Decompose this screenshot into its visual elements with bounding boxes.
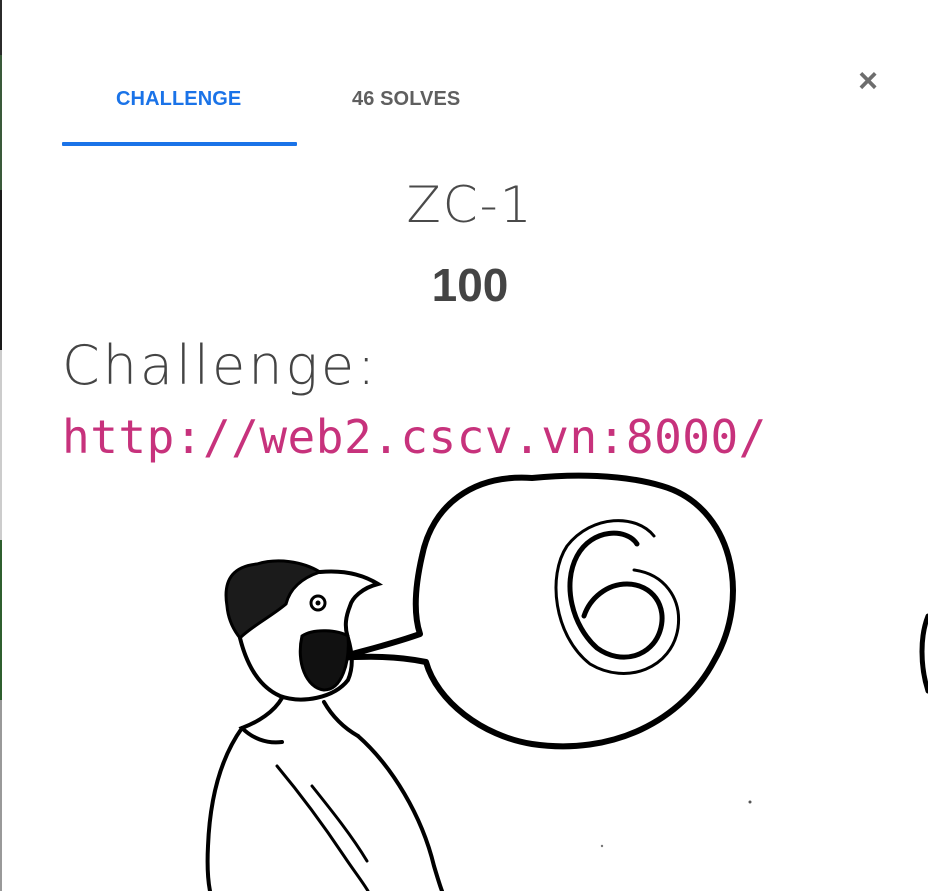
close-button[interactable]: × [853,64,883,98]
tab-bar: CHALLENGE 46 SOLVES [62,60,522,146]
cartoon-man-speech-bubble-icon: 6 [205,472,928,893]
challenge-url-link[interactable]: http://web2.cscv.vn:8000/ [62,410,767,464]
challenge-title: ZC-1 [406,176,534,234]
description-heading: Challenge: [62,334,379,397]
active-tab-indicator [62,142,297,146]
tab-challenge[interactable]: CHALLENGE [116,88,241,111]
challenge-image: 6 [62,466,928,893]
challenge-modal: CHALLENGE 46 SOLVES × ZC-1 100 Challenge… [0,0,928,893]
tab-solves[interactable]: 46 SOLVES [352,88,460,111]
challenge-points: 100 [431,259,509,311]
